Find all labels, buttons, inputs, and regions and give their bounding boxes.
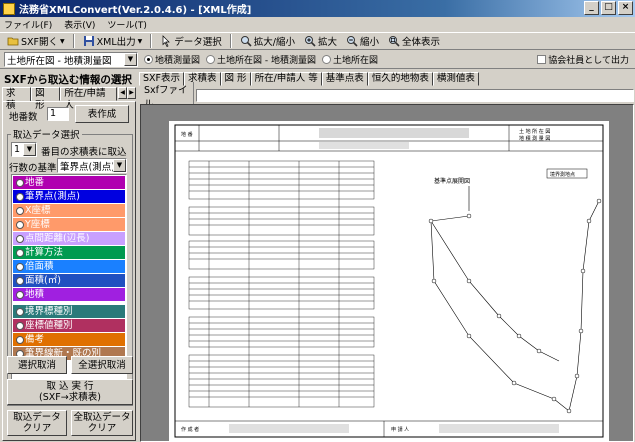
drawing-title-1: 土 地 所 在 図 [519,128,550,135]
import-data-group-title: 取込データ選択 [11,127,82,141]
tab-shozai[interactable]: 所在/申請人 [60,87,117,111]
layer-toolbar: 土地所在図 - 地積測量図 ▼ 地積測量図 土地所在図 - 地積測量図 土地所在… [0,51,635,69]
survey-drawing: 地 番 土 地 所 在 図 地 積 測 量 図 基準点展開図 境界測地点 作 成… [174,124,604,438]
clear-import-button[interactable]: 取込データ クリア [7,410,67,436]
magnifier-icon [240,36,252,47]
left-tabs: 求 積 図 形 所在/申請人 ◀ ▶ [2,87,136,111]
menu-bar: ファイル(F) 表示(V) ツール(T) [0,17,635,31]
boundary-points [428,198,602,414]
import-item[interactable]: X座標 [13,204,125,217]
app-icon [3,2,15,15]
tab-kyuseki[interactable]: 求 積 [2,87,32,111]
drawing-lot-label: 地 番 [181,131,193,138]
radio-both[interactable]: 土地所在図 - 地積測量図 [206,53,316,66]
close-button[interactable]: × [618,1,633,15]
deselect-all-button[interactable]: 全選択取消 [71,356,133,374]
lot-count-field[interactable]: 1 [47,107,69,121]
left-tab-body: 地番数 1 表作成 取込データ選択 1 ▼ 番目の求積表に取込 行数の基準 筆界… [2,101,136,441]
lot-count-label: 地番数 [9,112,38,123]
zoom-out-button[interactable]: 縮小 [343,33,382,49]
import-item[interactable]: 倍面積 [13,260,125,273]
row-basis-label: 行数の基準 [9,163,57,174]
tab-scroll-left[interactable]: ◀ [118,87,127,99]
minimize-button[interactable]: _ [584,1,599,15]
chevron-down-icon: ▼ [113,159,126,172]
tab-location-applicant[interactable]: 所在/申請人 等 [250,72,322,86]
chevron-down-icon: ▼ [23,143,36,156]
menu-tools[interactable]: ツール(T) [107,18,147,31]
survey-point-label: 境界測地点 [550,171,575,178]
import-item[interactable]: 面積(㎡) [13,274,125,287]
import-item[interactable]: 境界標種別 [13,305,125,318]
drawing-applicant-label: 申 請 人 [391,426,409,433]
parcel-polygon [430,200,600,412]
zoom-in-icon [304,36,316,47]
import-item[interactable]: 筆界点(測点) [13,190,125,203]
fit-all-icon [389,36,400,47]
data-select-button[interactable]: データ選択 [157,33,225,49]
drawing-sheet: 地 番 土 地 所 在 図 地 積 測 量 図 基準点展開図 境界測地点 作 成… [169,121,609,441]
row-select[interactable]: 1 ▼ [11,142,37,157]
left-panel: SXFから取込む情報の選択 求 積 図 形 所在/申請人 ◀ ▶ 地番数 1 表作… [0,70,138,442]
import-item[interactable]: 地積 [13,288,125,301]
tab-scroll-right[interactable]: ▶ [127,87,136,99]
maximize-button[interactable]: □ [601,1,616,15]
import-item[interactable]: 点間距離(辺長) [13,232,125,245]
diagram-title: 基準点展開図 [434,177,470,185]
chevron-down-icon: ▼ [124,53,137,66]
import-item[interactable]: 地番 [13,176,125,189]
layer-select[interactable]: 土地所在図 - 地積測量図 ▼ [4,52,138,67]
title-bar: 法務省XMLConvert(Ver.2.0.4.6) - [XML作成] _ □… [0,0,635,17]
drawing-title-2: 地 積 測 量 図 [519,135,550,142]
import-execute-button[interactable]: 取 込 実 行 (SXF→求積表) [7,379,133,405]
deselect-button[interactable]: 選択取消 [7,356,67,374]
zoom-in-button[interactable]: 拡大 [301,33,340,49]
tab-figure[interactable]: 図 形 [220,72,251,86]
sxf-file-row: Sxfファイル [140,81,634,110]
import-item[interactable]: 座標値種別 [13,319,125,332]
sxf-open-button[interactable]: SXF開く ▼ [4,33,68,49]
menu-file[interactable]: ファイル(F) [4,18,52,31]
tab-permanent-features[interactable]: 恒久的地物表 [367,72,433,86]
drawing-author-label: 作 成 者 [181,426,199,433]
create-table-button[interactable]: 表作成 [75,105,129,123]
area-tables [188,160,375,408]
save-icon [83,36,94,46]
radio-survey[interactable]: 地積測量図 [144,53,200,66]
import-item[interactable]: 計算方法 [13,246,125,259]
fit-all-button[interactable]: 全体表示 [385,33,443,49]
row-select-label: 番目の求積表に取込 [41,147,127,158]
window-title: 法務省XMLConvert(Ver.2.0.4.6) - [XML作成] [19,5,252,16]
menu-view[interactable]: 表示(V) [64,18,95,31]
sxf-file-path[interactable] [196,89,634,102]
main-toolbar: SXF開く ▼ XML出力 ▼ データ選択 拡大/縮小 拡大 縮小 全体表示 [0,32,635,50]
cursor-icon [162,35,171,47]
folder-open-icon [7,37,19,46]
radio-location[interactable]: 土地所在図 [322,53,378,66]
tab-reference-points[interactable]: 基準点表 [321,72,368,86]
import-item[interactable]: Y座標 [13,218,125,231]
zoom-in-out-button[interactable]: 拡大/縮小 [237,33,298,49]
import-item[interactable]: 備考 [13,333,125,346]
right-panel: SXF表示 求積表 図 形 所在/申請人 等 基準点表 恒久的地物表 横測値表 … [139,70,635,442]
left-panel-title: SXFから取込む情報の選択 [4,74,132,86]
zoom-out-icon [347,36,358,47]
xml-output-button[interactable]: XML出力 ▼ [80,33,146,49]
clear-all-import-button[interactable]: 全取込データ クリア [71,410,133,436]
sxf-viewer[interactable]: 地 番 土 地 所 在 図 地 積 測 量 図 基準点展開図 境界測地点 作 成… [140,104,634,442]
row-basis-select[interactable]: 筆界点(測点) ▼ [57,158,127,173]
tab-zukei[interactable]: 図 形 [31,87,61,111]
tab-survey-values[interactable]: 横測値表 [432,72,479,86]
member-output-checkbox[interactable]: 協会社員として出力 [537,53,629,66]
